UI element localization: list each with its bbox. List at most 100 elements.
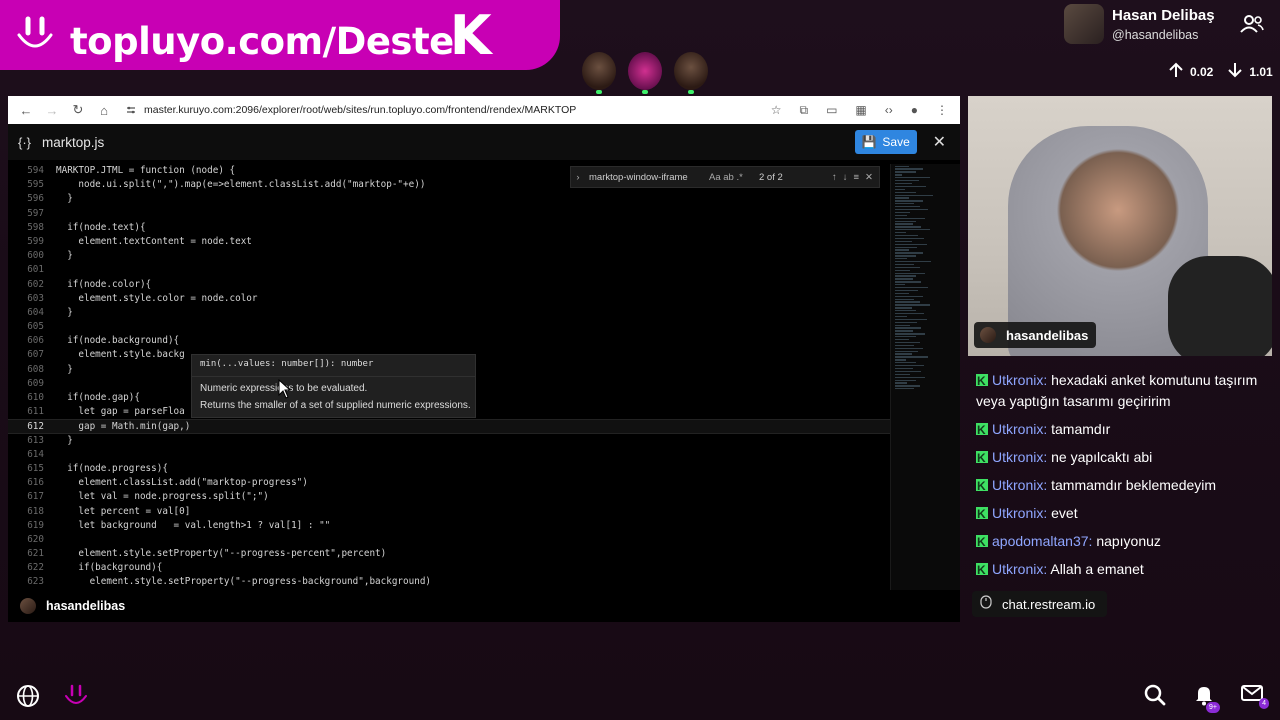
arrow-down-icon[interactable]: ↓ [843,172,848,183]
avatar[interactable] [628,52,662,94]
bell-icon[interactable]: 9+ [1194,684,1220,713]
back-icon[interactable]: ← [18,103,34,118]
code-text[interactable]: if(node.color){ [44,278,151,292]
code-text[interactable]: element.textContent = node.text [44,235,252,249]
code-text[interactable]: } [44,306,73,320]
save-button[interactable]: 💾 Save [854,130,917,154]
code-line[interactable]: 617 let val = node.progress.split(";") [8,490,890,504]
code-text[interactable]: let gap = parseFloa [44,405,184,419]
mail-icon[interactable]: 4 [1241,684,1269,709]
chat-username[interactable]: apodomaltan37: [992,533,1092,549]
code-line[interactable]: 605 [8,320,890,334]
smile-logo-icon[interactable] [64,684,88,715]
code-line[interactable]: 596 } [8,192,890,206]
code-line[interactable]: 616 element.classList.add("marktop-progr… [8,476,890,490]
code-line[interactable]: 600 } [8,249,890,263]
chevron-right-icon[interactable]: › [571,172,585,183]
code-text[interactable]: let val = node.progress.split(";") [44,490,268,504]
code-text[interactable] [44,320,56,334]
extensions-icon[interactable]: ⧉ [799,103,808,118]
find-options[interactable]: Aa ab .* [709,172,759,183]
code-text[interactable]: } [44,434,73,448]
code-line[interactable]: 619 let background = val.length>1 ? val[… [8,519,890,533]
code-text[interactable] [44,263,56,277]
chat-username[interactable]: Utkronix: [992,372,1047,388]
close-icon[interactable]: ✕ [865,172,873,183]
code-line[interactable]: 612 gap = Math.min(gap,) [8,419,890,434]
code-line[interactable]: 604 } [8,306,890,320]
code-line[interactable]: 623 element.style.setProperty("--progres… [8,575,890,589]
line-number: 615 [27,462,44,474]
code-line[interactable]: 603 element.style.color = node.color [8,292,890,306]
find-input[interactable]: marktop-window-iframe [589,172,709,183]
chat-username[interactable]: Utkronix: [992,421,1047,437]
line-number: 594 [27,165,44,176]
code-text[interactable]: if(background){ [44,561,162,575]
star-icon[interactable]: ☆ [771,103,782,118]
chat-message: Utkronix: tamamdır [968,413,1272,441]
menu-icon[interactable]: ⋮ [936,103,948,118]
globe-icon[interactable] [16,684,40,713]
code-text[interactable]: node.ui.split(",").map(e=>element.classL… [44,178,425,192]
code-text[interactable] [44,207,56,221]
avatar[interactable] [674,52,708,94]
find-widget[interactable]: › marktop-window-iframe Aa ab .* 2 of 2 … [570,166,880,188]
code-text[interactable]: if(node.text){ [44,221,145,235]
search-icon[interactable] [1144,684,1166,711]
chat-username[interactable]: Utkronix: [992,449,1047,465]
site-info-icon[interactable] [126,105,136,115]
reload-icon[interactable]: ↻ [70,102,86,118]
code-text[interactable]: if(node.gap){ [44,391,140,405]
close-icon[interactable]: ✕ [933,132,946,152]
code-text[interactable]: } [44,363,73,377]
address-bar[interactable]: master.kuruyo.com:2096/explorer/root/web… [144,104,576,116]
avatar[interactable] [582,52,616,94]
code-line[interactable]: 620 [8,533,890,547]
code-text[interactable]: gap = Math.min(gap,) [44,420,190,432]
code-line[interactable]: 597 [8,207,890,221]
code-line[interactable]: 618 let percent = val[0] [8,505,890,519]
code-text[interactable]: } [44,249,73,263]
forward-icon[interactable]: → [44,103,60,118]
people-icon[interactable] [1240,14,1264,39]
code-text[interactable]: if(node.progress){ [44,462,168,476]
code-line[interactable]: 598 if(node.text){ [8,221,890,235]
code-text[interactable] [44,533,56,547]
code-line[interactable]: 615 if(node.progress){ [8,462,890,476]
minimap[interactable] [890,164,960,590]
brand-banner: topluyo.com/DesteK [0,0,560,70]
profile-icon[interactable]: ● [911,103,918,118]
code-text[interactable]: let percent = val[0] [44,505,190,519]
line-number: 619 [27,519,44,531]
code-text[interactable]: element.classList.add("marktop-progress"… [44,476,308,490]
code-line[interactable]: 613 } [8,434,890,448]
chat-username[interactable]: Utkronix: [992,561,1047,577]
code-line[interactable]: 622 if(background){ [8,561,890,575]
list-icon[interactable]: ≡ [853,172,859,183]
code-line[interactable]: 599 element.textContent = node.text [8,235,890,249]
code-text[interactable]: element.style.backg [44,348,184,362]
chat-username[interactable]: Utkronix: [992,505,1047,521]
code-text[interactable]: element.style.setProperty("--progress-pe… [44,547,386,561]
code-text[interactable]: element.style.setProperty("--progress-ba… [44,575,431,589]
code-line[interactable]: 606 if(node.background){ [8,334,890,348]
chat-username[interactable]: Utkronix: [992,477,1047,493]
cast-icon[interactable]: ▭ [826,103,837,118]
code-line[interactable]: 621 element.style.setProperty("--progres… [8,547,890,561]
code-text[interactable]: MARKTOP.JTML = function (node) { [44,164,235,178]
apps-icon[interactable]: ▦ [855,103,866,118]
code-text[interactable]: if(node.background){ [44,334,179,348]
code-text[interactable] [44,377,56,391]
code-text[interactable] [44,448,56,462]
code-text[interactable]: let background = val.length>1 ? val[1] :… [44,519,330,533]
code-line[interactable]: 614 [8,448,890,462]
code-text[interactable]: } [44,192,73,206]
arrow-up-icon[interactable]: ↑ [832,172,837,183]
devtools-icon[interactable]: ‹› [885,103,893,118]
home-icon[interactable]: ⌂ [96,103,112,118]
code-line[interactable]: 602 if(node.color){ [8,278,890,292]
code-line[interactable]: 601 [8,263,890,277]
code-text[interactable]: element.style.color = node.color [44,292,257,306]
minimap-line [895,385,920,387]
streamer-profile[interactable]: Hasan Delibaş @hasandelibas [1064,4,1215,44]
